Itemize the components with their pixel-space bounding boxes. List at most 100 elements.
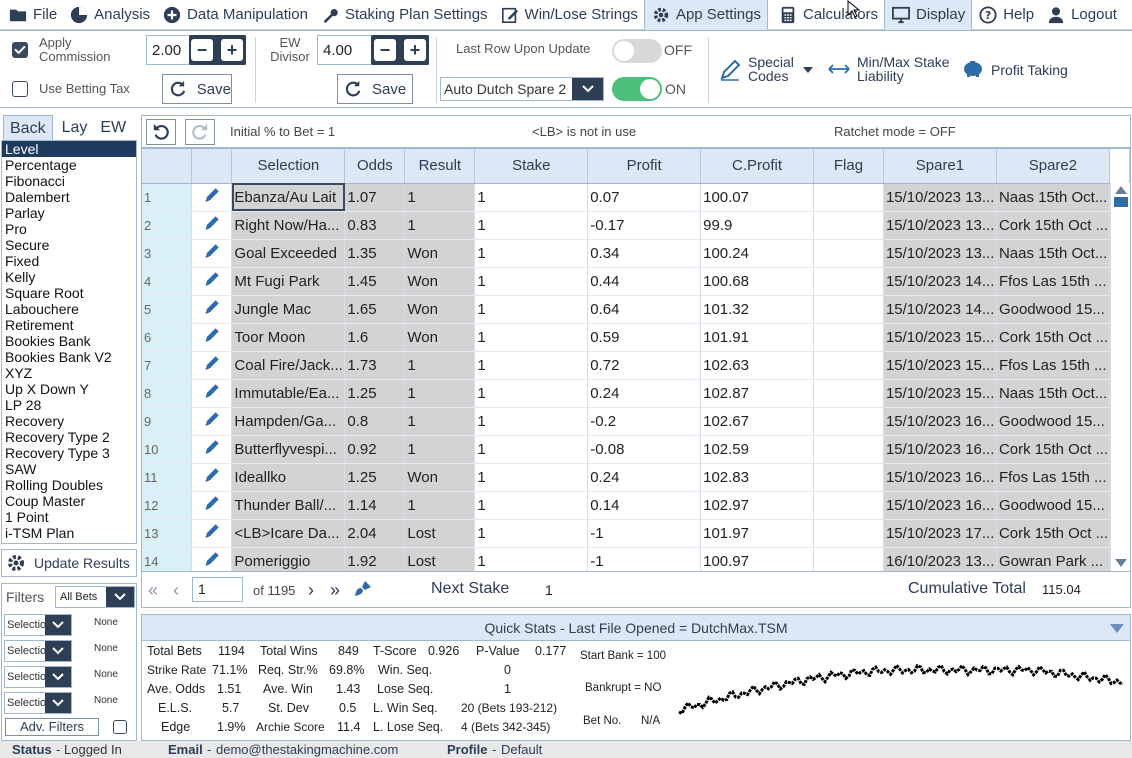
cell-cprofit[interactable]: 100.24 [700, 239, 815, 268]
cell-stake[interactable]: 1 [474, 407, 589, 436]
plan-item[interactable]: Fixed [2, 253, 136, 269]
cell-stake[interactable]: 1 [474, 323, 589, 352]
edit-row-button[interactable] [191, 323, 233, 352]
cell-profit[interactable]: 0.24 [587, 379, 702, 408]
table-scrollbar[interactable] [1110, 183, 1130, 571]
cell-odds[interactable]: 1.6 [344, 323, 406, 352]
cell-spare2[interactable]: Cork 15th Oct ... [996, 323, 1110, 352]
cell-spare2[interactable]: Ffos Las 15th ... [996, 267, 1110, 296]
cell-result[interactable]: Won [404, 239, 476, 268]
cell-stake[interactable]: 1 [474, 351, 589, 380]
cell-selection[interactable]: Goal Exceeded [231, 239, 346, 268]
cell-profit[interactable]: 0.07 [587, 183, 702, 212]
cell-profit[interactable]: 0.34 [587, 239, 702, 268]
table-row[interactable]: 9 Hampden/Ga... 0.8 1 1 -0.2 102.67 15/10/2023 … [142, 407, 1130, 436]
cell-selection[interactable]: Jungle Mac [231, 295, 346, 324]
cell-cprofit[interactable]: 102.87 [700, 379, 815, 408]
redo-button[interactable] [185, 119, 215, 145]
edit-row-button[interactable] [191, 519, 233, 548]
cell-spare2[interactable]: Goodwood 15... [996, 407, 1110, 436]
cell-cprofit[interactable]: 99.9 [700, 211, 815, 240]
cell-stake[interactable]: 1 [474, 267, 589, 296]
quick-stats-header[interactable]: Quick Stats - Last File Opened = DutchMa… [142, 615, 1130, 641]
plan-item[interactable]: Coup Master [2, 493, 136, 509]
cell-spare1[interactable]: 15/10/2023 15... [883, 351, 997, 380]
filter-field-select[interactable]: Selection [4, 666, 72, 688]
cell-stake[interactable]: 1 [474, 519, 589, 548]
update-results-button[interactable]: Update Results [1, 549, 137, 577]
cell-spare2[interactable]: Naas 15th Oct... [996, 239, 1110, 268]
cell-stake[interactable]: 1 [474, 239, 589, 268]
cell-flag[interactable] [813, 267, 884, 296]
plan-item[interactable]: Labouchere [2, 301, 136, 317]
cell-spare2[interactable]: Naas 15th Oct... [996, 183, 1110, 212]
cell-spare2[interactable]: Naas 15th Oct... [996, 379, 1110, 408]
cell-selection[interactable]: Ebanza/Au Lait [231, 183, 346, 212]
cell-spare1[interactable]: 15/10/2023 16... [883, 463, 997, 492]
table-row[interactable]: 10 Butterflyvespi... 0.92 1 1 -0.08 102.59 15/1… [142, 435, 1130, 464]
cell-profit[interactable]: -0.17 [587, 211, 702, 240]
cell-odds[interactable]: 0.92 [344, 435, 406, 464]
cell-flag[interactable] [813, 323, 884, 352]
menu-data-manipulation[interactable]: Data Manipulation [156, 0, 314, 30]
cell-spare2[interactable]: Goodwood 15... [996, 491, 1110, 520]
cell-cprofit[interactable]: 102.67 [700, 407, 815, 436]
plan-item[interactable]: i-TSM Plan [2, 525, 136, 541]
min-max-stake-button[interactable]: Min/Max Stake Liability [826, 53, 950, 87]
cell-cprofit[interactable]: 102.83 [700, 463, 815, 492]
plan-item[interactable]: Recovery [2, 413, 136, 429]
cell-profit[interactable]: -0.08 [587, 435, 702, 464]
table-row[interactable]: 6 Toor Moon 1.6 Won 1 0.59 101.91 15/10/2023 15… [142, 323, 1130, 352]
col-spare1[interactable]: Spare1 [883, 149, 997, 184]
cell-spare1[interactable]: 15/10/2023 17... [883, 519, 997, 548]
cell-result[interactable]: 1 [404, 183, 476, 212]
cell-spare1[interactable]: 15/10/2023 14... [883, 295, 997, 324]
cell-flag[interactable] [813, 183, 884, 212]
cell-spare2[interactable]: Ffos Las 15th ... [996, 351, 1110, 380]
adv-filters-button[interactable]: Adv. Filters [5, 718, 99, 736]
cell-flag[interactable] [813, 407, 884, 436]
cell-flag[interactable] [813, 379, 884, 408]
brush-icon[interactable] [353, 579, 373, 599]
col-result[interactable]: Result [404, 149, 476, 184]
cell-odds[interactable]: 1.92 [344, 547, 406, 571]
plan-item[interactable]: Recovery Type 2 [2, 429, 136, 445]
cell-flag[interactable] [813, 351, 884, 380]
plan-item[interactable]: Fibonacci [2, 173, 136, 189]
cell-selection[interactable]: Coal Fire/Jack... [231, 351, 346, 380]
commission-save-button[interactable]: Save [162, 74, 232, 104]
cell-result[interactable]: 1 [404, 379, 476, 408]
ew-save-button[interactable]: Save [337, 74, 413, 104]
cell-stake[interactable]: 1 [474, 211, 589, 240]
commission-minus-button[interactable]: − [191, 39, 213, 61]
cell-flag[interactable] [813, 491, 884, 520]
cell-odds[interactable]: 0.83 [344, 211, 406, 240]
menu-file[interactable]: File [2, 0, 63, 30]
edit-row-button[interactable] [191, 295, 233, 324]
cell-selection[interactable]: Right Now/Ha... [231, 211, 346, 240]
cell-profit[interactable]: 0.44 [587, 267, 702, 296]
plan-item[interactable]: Retirement [2, 317, 136, 333]
plan-item[interactable]: LP 28 [2, 397, 136, 413]
cell-odds[interactable]: 1.35 [344, 239, 406, 268]
table-row[interactable]: 11 Ideallko 1.25 Won 1 0.24 102.83 15/10/2023 1… [142, 463, 1130, 492]
plan-item[interactable]: 1 Point [2, 509, 136, 525]
table-row[interactable]: 2 Right Now/Ha... 0.83 1 1 -0.17 99.9 15/10/202… [142, 211, 1130, 240]
filter-field-select[interactable]: Selection [4, 614, 72, 636]
cell-selection[interactable]: Immutable/Ea... [231, 379, 346, 408]
cell-spare1[interactable]: 15/10/2023 15... [883, 379, 997, 408]
cell-result[interactable]: Won [404, 267, 476, 296]
adv-filters-checkbox[interactable] [113, 720, 127, 734]
cell-spare1[interactable]: 15/10/2023 16... [883, 491, 997, 520]
menu-analysis[interactable]: Analysis [63, 0, 156, 30]
cell-odds[interactable]: 1.14 [344, 491, 406, 520]
edit-row-button[interactable] [191, 183, 233, 212]
plan-item[interactable]: Recovery Type 3 [2, 445, 136, 461]
plan-item[interactable]: Square Root [2, 285, 136, 301]
cell-spare1[interactable]: 15/10/2023 15... [883, 323, 997, 352]
cell-spare1[interactable]: 16/10/2023 13... [883, 547, 997, 571]
plan-item[interactable]: Kelly [2, 269, 136, 285]
col-spare2[interactable]: Spare2 [996, 149, 1110, 184]
cell-profit[interactable]: 0.14 [587, 491, 702, 520]
all-bets-select[interactable]: All Bets [55, 586, 135, 608]
